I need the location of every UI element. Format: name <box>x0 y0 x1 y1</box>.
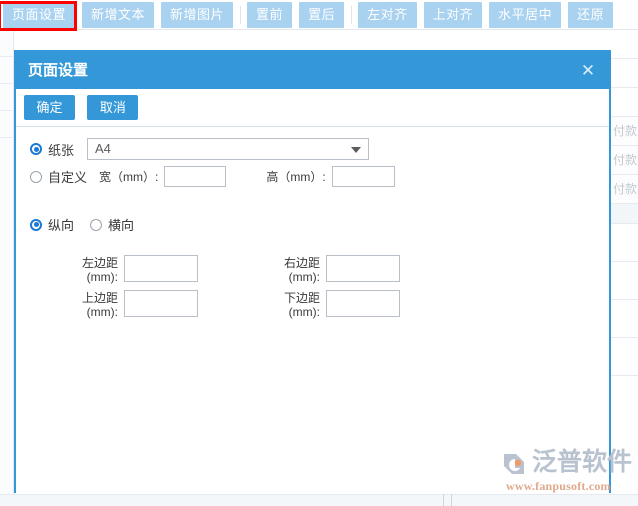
toolbar-button-bring-front[interactable]: 置前 <box>247 1 293 28</box>
radio-custom-size-label[interactable]: 自定义 <box>48 167 87 186</box>
paper-size-select[interactable]: A4 <box>87 138 370 160</box>
radio-custom-size[interactable] <box>30 170 42 183</box>
margin-right-field: 右边距 (mm): <box>262 255 400 284</box>
background-row-payment: 付款 <box>610 175 638 204</box>
background-rail-row <box>0 84 13 111</box>
dialog-body: 纸张 A4 自定义 宽（mm）: 高（mm）: 纵向 横向 左边距 (mm): … <box>16 127 609 493</box>
toolbar-button-add-image[interactable]: 新增图片 <box>161 1 234 28</box>
background-rail-row <box>0 111 13 138</box>
radio-paper-preset[interactable] <box>30 143 42 155</box>
margins-group: 左边距 (mm): 右边距 (mm): 上边距 (mm): 下边距 (mm): <box>60 255 420 325</box>
toolbar: 页面设置 新增文本 新增图片 置前 置后 左对齐 上对齐 水平居中 还原 <box>0 0 638 30</box>
background-row <box>610 88 638 117</box>
page-setup-dialog: 页面设置 ✕ 确定 取消 纸张 A4 自定义 宽（mm）: 高（mm）: 纵向 … <box>14 50 611 493</box>
dialog-title: 页面设置 <box>28 62 89 79</box>
custom-width-label: 宽（mm）: <box>99 170 159 184</box>
custom-height-label: 高（mm）: <box>266 170 326 184</box>
background-row <box>610 30 638 59</box>
margin-right-label: 右边距 (mm): <box>283 256 320 284</box>
page-bottom-strip <box>0 494 638 506</box>
margins-row-top: 左边距 (mm): 右边距 (mm): <box>60 255 420 284</box>
custom-width-input[interactable] <box>164 166 227 187</box>
toolbar-separator <box>351 5 353 24</box>
custom-height-input[interactable] <box>331 166 395 187</box>
background-row <box>610 224 638 262</box>
background-row-payment: 付款 <box>610 117 638 146</box>
toolbar-button-align-left[interactable]: 左对齐 <box>358 1 417 28</box>
margin-top-label: 上边距 (mm): <box>81 291 118 319</box>
radio-orientation-landscape-label[interactable]: 横向 <box>108 215 134 234</box>
background-row <box>610 59 638 88</box>
background-spacer <box>610 204 638 224</box>
background-right-panel: 付款 付款 付款 <box>610 30 638 506</box>
margin-right-input[interactable] <box>326 255 400 282</box>
toolbar-button-page-setup[interactable]: 页面设置 <box>3 1 76 28</box>
margin-left-input[interactable] <box>124 255 198 282</box>
margin-left-field: 左边距 (mm): <box>60 255 198 284</box>
background-left-rail <box>0 30 14 506</box>
margin-bottom-input[interactable] <box>326 290 400 317</box>
radio-orientation-portrait-label[interactable]: 纵向 <box>48 215 74 234</box>
margin-bottom-field: 下边距 (mm): <box>262 290 400 319</box>
cancel-button[interactable]: 取消 <box>87 95 139 120</box>
paper-size-select-value: A4 <box>95 141 111 156</box>
toolbar-button-align-top[interactable]: 上对齐 <box>423 1 483 28</box>
splitter-handle[interactable] <box>443 494 452 506</box>
background-rail-row <box>0 57 13 84</box>
chevron-down-icon <box>351 147 362 153</box>
dialog-action-bar: 确定 取消 <box>16 89 609 127</box>
margin-bottom-label: 下边距 (mm): <box>283 291 320 319</box>
toolbar-button-restore[interactable]: 还原 <box>568 1 614 28</box>
background-row <box>610 300 638 338</box>
confirm-button[interactable]: 确定 <box>24 95 75 120</box>
margins-row-bottom: 上边距 (mm): 下边距 (mm): <box>60 290 420 319</box>
custom-size-row: 自定义 宽（mm）: 高（mm）: <box>30 166 395 187</box>
background-row-payment: 付款 <box>610 146 638 175</box>
toolbar-button-add-text[interactable]: 新增文本 <box>82 1 155 28</box>
margin-left-label: 左边距 (mm): <box>81 256 118 284</box>
margin-top-input[interactable] <box>124 290 198 317</box>
background-rail-row <box>0 30 13 57</box>
paper-size-row: 纸张 A4 <box>30 138 370 160</box>
toolbar-button-center-horizontal[interactable]: 水平居中 <box>489 1 562 28</box>
radio-orientation-landscape[interactable] <box>90 218 103 231</box>
dialog-title-bar: 页面设置 ✕ <box>16 52 609 89</box>
background-row <box>610 338 638 376</box>
close-icon[interactable]: ✕ <box>576 52 600 89</box>
orientation-row: 纵向 横向 <box>30 215 150 234</box>
toolbar-separator <box>240 5 242 24</box>
radio-paper-preset-label[interactable]: 纸张 <box>48 140 74 159</box>
toolbar-button-send-back[interactable]: 置后 <box>299 1 345 28</box>
radio-orientation-portrait[interactable] <box>30 218 42 231</box>
margin-top-field: 上边距 (mm): <box>60 290 198 319</box>
background-row <box>610 262 638 300</box>
